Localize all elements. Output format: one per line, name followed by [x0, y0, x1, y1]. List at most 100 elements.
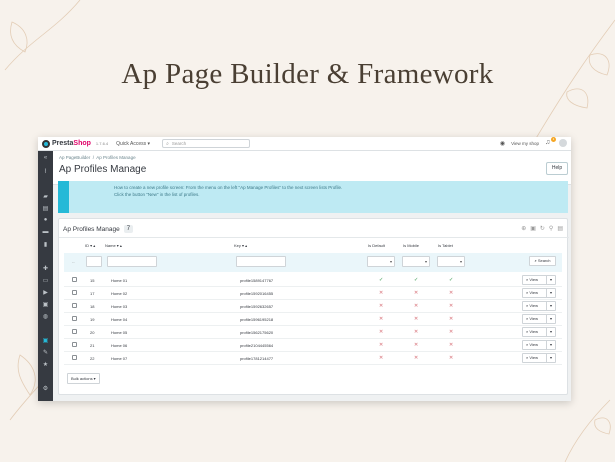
- refresh-icon[interactable]: ↻: [540, 225, 545, 232]
- cross-icon[interactable]: ✕: [449, 290, 453, 296]
- row-name: Home 07: [111, 356, 128, 361]
- search-button[interactable]: ⌕ Search: [529, 256, 556, 266]
- notifications-bell-icon[interactable]: ♫ 1: [545, 137, 556, 147]
- bulk-actions-button[interactable]: Bulk actions ▾: [67, 373, 100, 384]
- chevron-down-icon[interactable]: ▾: [546, 327, 555, 337]
- cross-icon[interactable]: ✕: [379, 290, 383, 296]
- chevron-down-icon[interactable]: ▾: [546, 301, 555, 311]
- check-icon[interactable]: ✓: [414, 277, 418, 283]
- view-button[interactable]: ⌕ View ▾: [522, 288, 556, 298]
- filter-id-input[interactable]: [86, 256, 102, 267]
- filter-is-tablet-select[interactable]: ▾: [437, 256, 465, 267]
- view-button-label: View: [529, 355, 538, 360]
- page-title: Ap Profiles Manage: [59, 164, 147, 175]
- chevron-down-icon[interactable]: ▾: [546, 353, 555, 363]
- chevron-down-icon[interactable]: ▾: [546, 288, 555, 298]
- cross-icon[interactable]: ✕: [414, 303, 418, 309]
- admin-screenshot: PrestaShop 1.7.6.4 Quick Access ▾ ⌕ Sear…: [38, 137, 571, 401]
- panel-toolbar: ⊕ ▣ ↻ ⚲ ▤: [521, 225, 563, 232]
- cross-icon[interactable]: ✕: [379, 303, 383, 309]
- table-row: 21 Home 06 profile2104445564 ✕ ✕ ✕ ⌕ View ▾: [64, 339, 562, 352]
- row-checkbox[interactable]: [72, 277, 77, 282]
- view-button[interactable]: ⌕ View ▾: [522, 353, 556, 363]
- cross-icon[interactable]: ✕: [414, 290, 418, 296]
- view-button[interactable]: ⌕ View ▾: [522, 275, 556, 285]
- orders-icon[interactable]: ▰: [38, 193, 53, 200]
- star-icon[interactable]: ★: [38, 361, 53, 368]
- column-header-key[interactable]: Key ▾ ▴: [234, 243, 247, 248]
- prestashop-logo[interactable]: PrestaShop: [42, 139, 91, 148]
- breadcrumb-parent[interactable]: Ap PageBuilder: [59, 155, 90, 160]
- collapse-icon[interactable]: «: [38, 155, 53, 161]
- row-key: profile1592016455: [240, 291, 274, 296]
- cross-icon[interactable]: ✕: [414, 342, 418, 348]
- filter-is-default-select[interactable]: ▾: [367, 256, 395, 267]
- row-name: Home 05: [111, 330, 128, 335]
- filter-placeholder-dash: --: [72, 259, 75, 264]
- view-my-shop-link[interactable]: View my shop: [511, 141, 539, 146]
- cross-icon[interactable]: ✕: [449, 303, 453, 309]
- column-header-id[interactable]: ID ▾ ▴: [85, 243, 95, 248]
- quick-access-menu[interactable]: Quick Access ▾: [116, 141, 150, 147]
- view-button-label: View: [529, 290, 538, 295]
- modules-icon[interactable]: ✚: [38, 265, 53, 272]
- cross-icon[interactable]: ✕: [379, 329, 383, 335]
- view-button-label: View: [529, 303, 538, 308]
- ap-pagebuilder-icon[interactable]: ▣: [38, 337, 53, 344]
- dashboard-icon[interactable]: ⌇: [38, 168, 53, 175]
- check-icon[interactable]: ✓: [449, 277, 453, 283]
- cross-icon[interactable]: ✕: [414, 329, 418, 335]
- row-checkbox[interactable]: [72, 355, 77, 360]
- row-id: 20: [90, 330, 95, 335]
- messages-icon[interactable]: ▬: [38, 229, 53, 235]
- filter-is-mobile-select[interactable]: ▾: [402, 256, 430, 267]
- help-button[interactable]: Help: [546, 162, 568, 175]
- catalog-icon[interactable]: ▤: [38, 205, 53, 212]
- row-checkbox[interactable]: [72, 316, 77, 321]
- view-button[interactable]: ⌕ View ▾: [522, 314, 556, 324]
- stats-icon[interactable]: ▮: [38, 241, 53, 248]
- cross-icon[interactable]: ✕: [414, 355, 418, 361]
- column-header-name[interactable]: Name ▾ ▴: [105, 243, 122, 248]
- info-alert: How to create a new profile screen: From…: [58, 181, 568, 213]
- view-button[interactable]: ⌕ View ▾: [522, 327, 556, 337]
- column-header-is-default: Is Default: [368, 243, 385, 248]
- row-checkbox[interactable]: [72, 290, 77, 295]
- search-input[interactable]: ⌕ Search: [162, 139, 251, 148]
- check-icon[interactable]: ✓: [379, 277, 383, 283]
- design-icon[interactable]: ▭: [38, 277, 53, 284]
- international-icon[interactable]: ◍: [38, 313, 53, 320]
- cross-icon[interactable]: ✕: [449, 316, 453, 322]
- row-checkbox[interactable]: [72, 329, 77, 334]
- chevron-down-icon[interactable]: ▾: [546, 314, 555, 324]
- cross-icon[interactable]: ✕: [449, 355, 453, 361]
- customers-icon[interactable]: ●: [38, 217, 53, 223]
- filter-name-input[interactable]: [107, 256, 157, 267]
- chevron-down-icon[interactable]: ▾: [546, 340, 555, 350]
- add-new-icon[interactable]: ⊕: [521, 225, 526, 232]
- payment-icon[interactable]: ▣: [38, 301, 53, 308]
- sql-query-icon[interactable]: ⚲: [549, 225, 553, 232]
- cross-icon[interactable]: ✕: [379, 342, 383, 348]
- cross-icon[interactable]: ✕: [449, 329, 453, 335]
- database-icon[interactable]: ▤: [557, 225, 563, 232]
- cross-icon[interactable]: ✕: [379, 355, 383, 361]
- panel-heading: Ap Profiles Manage 7: [63, 225, 134, 233]
- view-button[interactable]: ⌕ View ▾: [522, 340, 556, 350]
- cross-icon[interactable]: ✕: [414, 316, 418, 322]
- gear-icon[interactable]: ⚙: [38, 385, 53, 392]
- cross-icon[interactable]: ✕: [379, 316, 383, 322]
- chevron-down-icon[interactable]: ▾: [546, 275, 555, 285]
- row-checkbox[interactable]: [72, 303, 77, 308]
- employee-avatar-icon[interactable]: [559, 139, 567, 147]
- brush-icon[interactable]: ✎: [38, 349, 53, 356]
- row-checkbox[interactable]: [72, 342, 77, 347]
- filter-key-input[interactable]: [236, 256, 286, 267]
- logo-icon: [42, 139, 50, 148]
- export-icon[interactable]: ▣: [530, 225, 536, 232]
- view-button[interactable]: ⌕ View ▾: [522, 301, 556, 311]
- row-id: 22: [90, 356, 95, 361]
- cross-icon[interactable]: ✕: [449, 342, 453, 348]
- shipping-icon[interactable]: ▶: [38, 289, 53, 296]
- row-key: profile1592632657: [240, 304, 274, 309]
